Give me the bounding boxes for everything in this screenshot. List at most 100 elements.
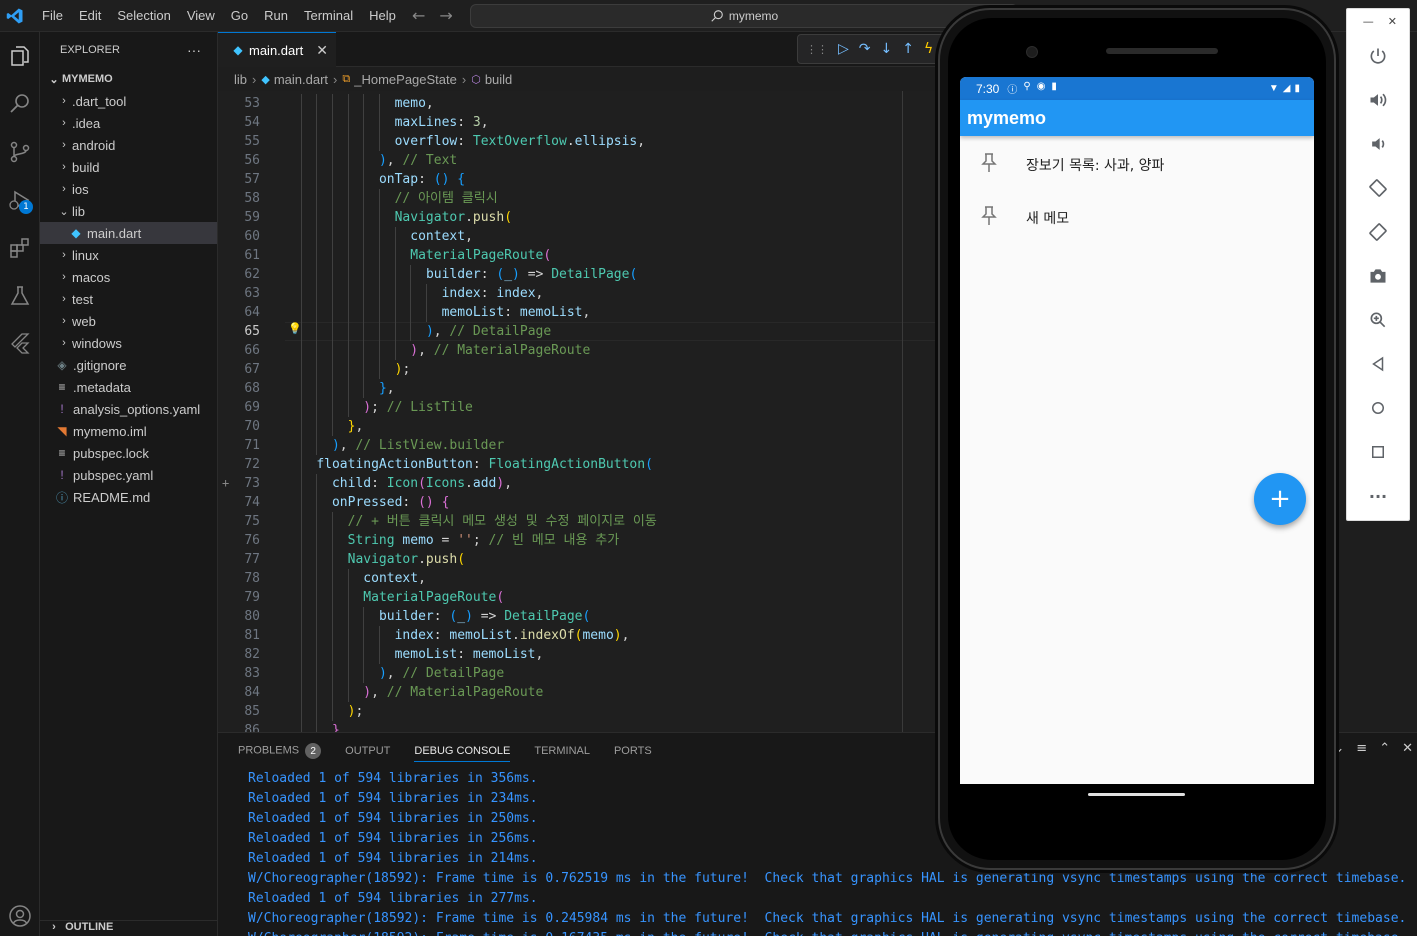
step-out-icon[interactable]: ↑ [902, 41, 914, 57]
maximize-panel-icon[interactable]: ⌃ [1379, 741, 1390, 756]
code-token: ) [613, 628, 622, 643]
tree-item-analysis-options-yaml[interactable]: ! analysis_options.yaml [40, 398, 217, 420]
code-token: onTap [378, 172, 419, 187]
menu-run[interactable]: Run [256, 8, 296, 23]
account-icon[interactable] [4, 900, 36, 932]
forward-arrow-icon[interactable]: → [439, 6, 452, 25]
source-control-icon[interactable] [4, 136, 36, 168]
volume-up-icon[interactable] [1363, 85, 1393, 115]
tab-main-dart[interactable]: ◆ main.dart ✕ [218, 32, 336, 67]
rotate-right-icon[interactable] [1363, 217, 1393, 247]
command-center[interactable]: mymemo [470, 4, 1018, 28]
code-token: memoList [449, 628, 513, 643]
memo-list-item[interactable]: 장보기 목록: 사과, 양파 [960, 139, 1314, 191]
tree-item-mymemo-iml[interactable]: ◥ mymemo.iml [40, 420, 217, 442]
memo-list-item[interactable]: 새 메모 [960, 192, 1314, 244]
tree-item-pubspec-lock[interactable]: ≡ pubspec.lock [40, 442, 217, 464]
close-panel-icon[interactable]: ✕ [1402, 741, 1413, 756]
power-icon[interactable] [1363, 41, 1393, 71]
info-icon: ⓘ [1007, 85, 1018, 96]
code-editor[interactable]: 53 memo, 54 maxLines: 3, 55 overflow: TextOve… [218, 91, 940, 732]
explorer-icon[interactable] [4, 40, 36, 72]
tree-item-metadata[interactable]: ≡ .metadata [40, 376, 217, 398]
tree-item-test[interactable]: › test [40, 288, 217, 310]
close-emulator-button[interactable]: ✕ [1388, 15, 1397, 35]
pin-icon[interactable] [960, 206, 1026, 230]
tree-item-idea[interactable]: › .idea [40, 112, 217, 134]
tree-item-ios[interactable]: › ios [40, 178, 217, 200]
testing-icon[interactable] [4, 280, 36, 312]
minimize-emulator-button[interactable]: — [1363, 15, 1374, 35]
add-memo-fab[interactable]: + [1254, 473, 1306, 525]
menu-go[interactable]: Go [223, 8, 256, 23]
breadcrumb-item[interactable]: lib [234, 72, 247, 87]
overview-icon[interactable] [1363, 437, 1393, 467]
tree-item-windows[interactable]: › windows [40, 332, 217, 354]
more-actions-icon[interactable]: ··· [187, 42, 201, 58]
tree-item-build[interactable]: › build [40, 156, 217, 178]
indent-guide [316, 664, 318, 683]
search-icon [711, 10, 723, 22]
panel-tab-debug-console[interactable]: DEBUG CONSOLE [414, 745, 511, 762]
step-over-icon[interactable]: ↷ [859, 41, 871, 57]
outline-section[interactable]: › OUTLINE [40, 920, 218, 936]
home-gesture-bar[interactable] [1088, 793, 1185, 796]
panel-tab-output[interactable]: OUTPUT [345, 745, 390, 757]
menu-edit[interactable]: Edit [71, 8, 109, 23]
indent-guide [347, 170, 349, 189]
volume-down-icon[interactable] [1363, 129, 1393, 159]
tree-item-pubspec-yaml[interactable]: ! pubspec.yaml [40, 464, 217, 486]
workspace-root[interactable]: ⌄ MYMEMO [40, 68, 217, 90]
code-text: Navigator.push( [395, 208, 512, 227]
menu-help[interactable]: Help [361, 8, 404, 23]
tree-item-macos[interactable]: › macos [40, 266, 217, 288]
continue-icon[interactable]: ▷ [838, 41, 849, 57]
line-number: 86 [244, 723, 260, 732]
menu-file[interactable]: File [34, 8, 71, 23]
menu-terminal[interactable]: Terminal [296, 8, 361, 23]
tree-item-main-dart[interactable]: ◆ main.dart [40, 222, 217, 244]
tree-item-linux[interactable]: › linux [40, 244, 217, 266]
tree-item-gitignore[interactable]: ◈ .gitignore [40, 354, 217, 376]
breadcrumb-item[interactable]: _HomePageState [354, 72, 457, 87]
tree-item-dart-tool[interactable]: › .dart_tool [40, 90, 217, 112]
indent-guide [316, 493, 318, 512]
tree-item-readme-md[interactable]: ⓘ README.md [40, 486, 217, 508]
back-icon[interactable] [1363, 349, 1393, 379]
back-arrow-icon[interactable]: ← [412, 6, 425, 25]
code-token: ) [496, 476, 505, 491]
search-icon[interactable] [4, 88, 36, 120]
rotate-left-icon[interactable] [1363, 173, 1393, 203]
code-token: 3 [472, 115, 481, 130]
breadcrumb-item[interactable]: build [485, 72, 512, 87]
menu-selection[interactable]: Selection [109, 8, 178, 23]
indent-guide [363, 113, 365, 132]
home-icon[interactable] [1363, 393, 1393, 423]
pin-icon[interactable] [960, 153, 1026, 177]
tree-item-web[interactable]: › web [40, 310, 217, 332]
run-debug-icon[interactable]: 1 [4, 184, 36, 216]
tree-item-lib[interactable]: ⌄ lib [40, 200, 217, 222]
breadcrumb-item[interactable]: main.dart [274, 72, 328, 87]
step-into-icon[interactable]: ↓ [881, 41, 893, 57]
tree-item-android[interactable]: › android [40, 134, 217, 156]
indent-guide [331, 341, 333, 360]
indent-guide [363, 341, 365, 360]
menu-view[interactable]: View [179, 8, 223, 23]
panel-tab-problems[interactable]: PROBLEMS 2 [238, 743, 322, 759]
yaml-file-icon: ! [60, 468, 64, 482]
more-options-icon[interactable]: ··· [1363, 481, 1393, 511]
flutter-icon[interactable] [4, 328, 36, 360]
drag-handle-icon[interactable]: ⋮⋮ [806, 43, 828, 56]
close-icon[interactable]: ✕ [316, 42, 328, 59]
zoom-icon[interactable] [1363, 305, 1393, 335]
panel-tab-terminal[interactable]: TERMINAL [534, 745, 590, 757]
extensions-icon[interactable] [4, 232, 36, 264]
panel-tab-ports[interactable]: PORTS [614, 745, 652, 757]
clear-console-icon[interactable]: ≡ [1356, 741, 1367, 756]
indent-guide [316, 474, 318, 493]
code-token: floatingActionButton [316, 457, 473, 472]
indent-guide [347, 189, 349, 208]
camera-screenshot-icon[interactable] [1363, 261, 1393, 291]
hot-reload-icon[interactable]: ϟ [924, 41, 933, 57]
